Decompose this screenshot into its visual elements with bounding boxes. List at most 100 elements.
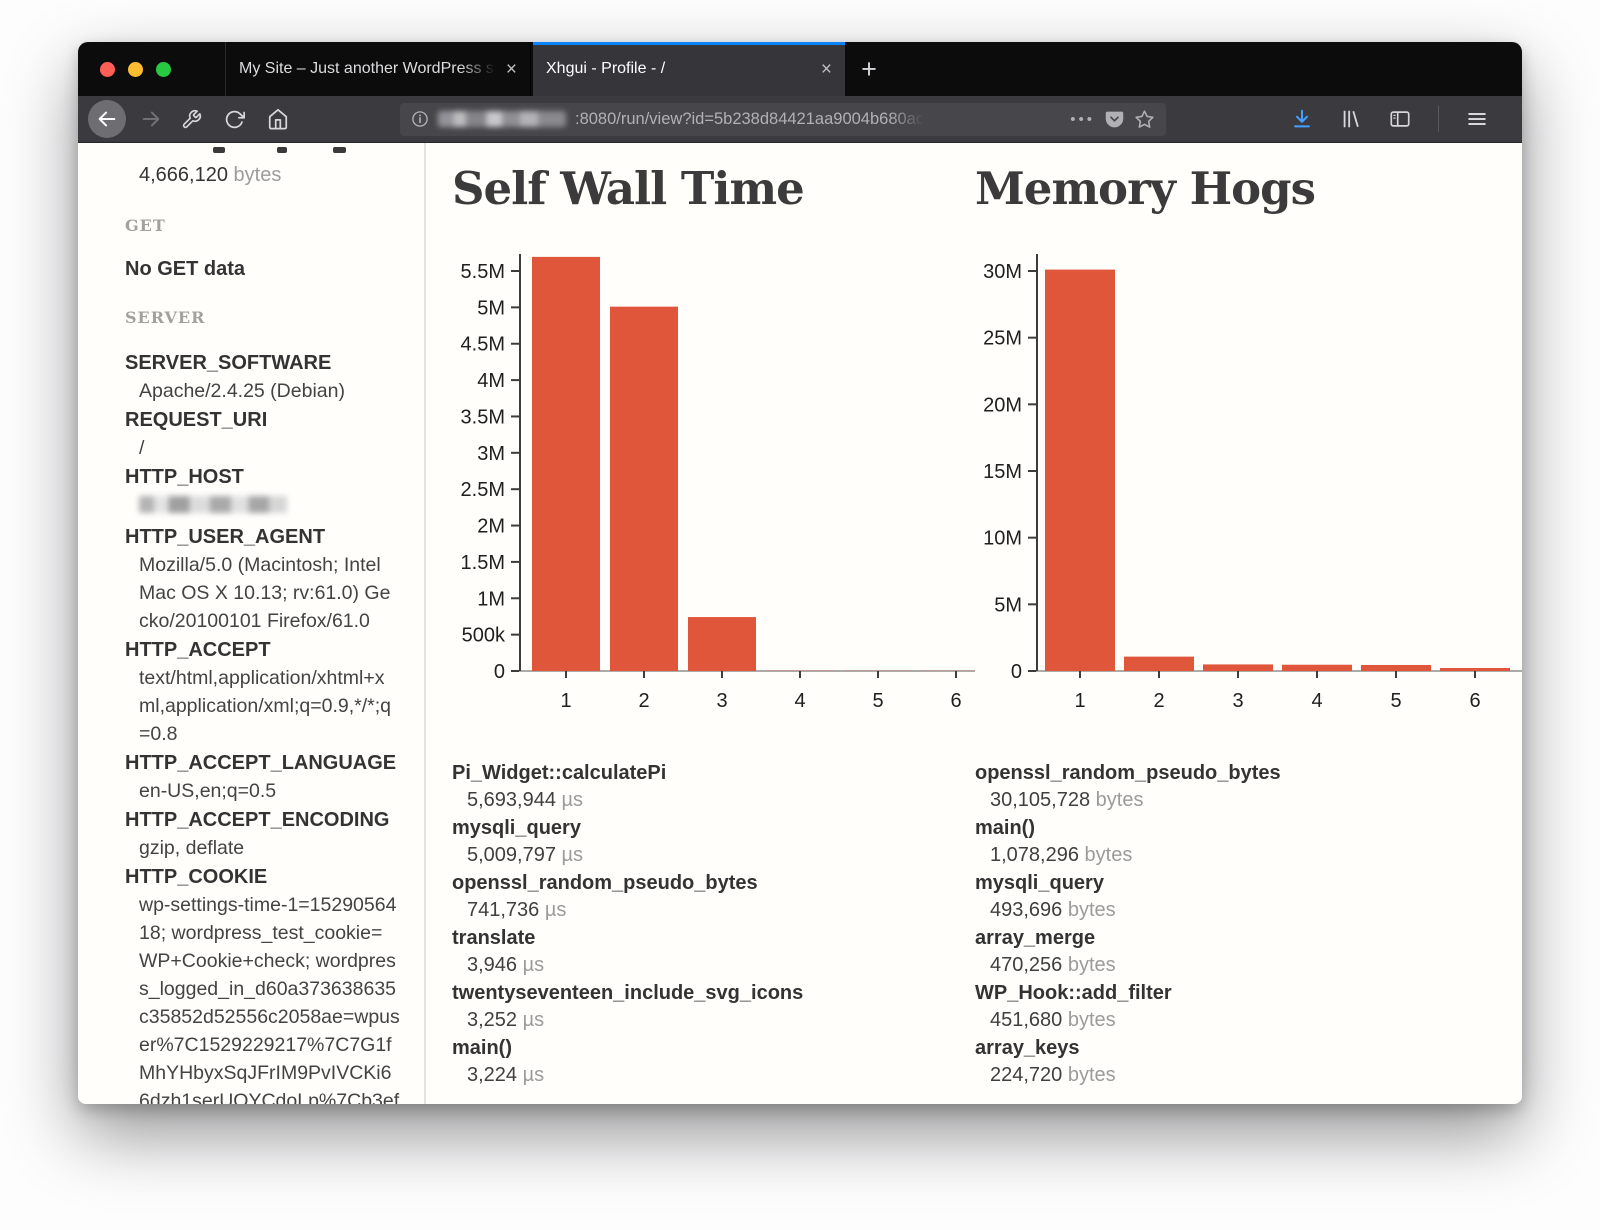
function-name: translate	[452, 924, 975, 952]
forward-button[interactable]	[132, 100, 170, 138]
svg-text:5M: 5M	[994, 594, 1022, 616]
server-entry-label: HTTP_ACCEPT_LANGUAGE	[125, 749, 400, 777]
library-button[interactable]	[1340, 108, 1362, 130]
function-name: main()	[452, 1034, 975, 1062]
page-actions-button[interactable]: •••	[1070, 111, 1095, 128]
tab-xhgui-profile[interactable]: Xhgui - Profile - / ×	[533, 42, 845, 96]
server-entry-value: en-US,en;q=0.5	[139, 777, 400, 805]
tab-close-icon[interactable]: ×	[821, 60, 832, 79]
url-bar[interactable]: :8080/run/view?id=5b238d84421aa9004b680a…	[400, 103, 1166, 136]
redacted-value	[139, 496, 287, 513]
svg-text:2.5M: 2.5M	[461, 479, 505, 501]
zoom-window-button[interactable]	[156, 62, 171, 77]
function-name: openssl_random_pseudo_bytes	[975, 759, 1522, 787]
redacted-host-text	[438, 111, 566, 127]
function-value: 451,680 bytes	[990, 1007, 1522, 1034]
home-icon	[267, 108, 289, 130]
svg-text:25M: 25M	[983, 327, 1022, 349]
function-value: 5,009,797 µs	[467, 842, 975, 869]
svg-text:1M: 1M	[477, 588, 505, 610]
menu-hamburger-button[interactable]	[1466, 108, 1488, 130]
server-entry-label: HTTP_COOKIE	[125, 863, 400, 891]
server-entry-label: SERVER_SOFTWARE	[125, 349, 400, 377]
function-value: 30,105,728 bytes	[990, 787, 1522, 814]
svg-text:1.5M: 1.5M	[461, 552, 505, 574]
function-name: mysqli_query	[452, 814, 975, 842]
forward-arrow-icon	[140, 108, 162, 130]
function-name: array_merge	[975, 924, 1522, 952]
bookmark-star-icon[interactable]	[1134, 109, 1155, 130]
panel-title: Self Wall Time	[452, 163, 975, 215]
function-value: 224,720 bytes	[990, 1062, 1522, 1089]
server-entries-list: SERVER_SOFTWAREApache/2.4.25 (Debian)REQ…	[125, 349, 400, 1104]
page-tools-button[interactable]	[181, 109, 202, 130]
server-entry-label: HTTP_HOST	[125, 463, 400, 491]
self-wall-time-chart[interactable]: 0500k1M1.5M2M2.5M3M3.5M4M4.5M5M5.5M12345…	[435, 251, 975, 719]
svg-text:5: 5	[1390, 690, 1401, 712]
server-entry-value: Apache/2.4.25 (Debian)	[139, 377, 400, 405]
get-section-heading: GET	[125, 216, 400, 235]
server-entry-label: REQUEST_URI	[125, 406, 400, 434]
reload-button[interactable]	[224, 109, 245, 130]
svg-text:1: 1	[560, 690, 571, 712]
svg-text:5M: 5M	[477, 297, 505, 319]
home-button[interactable]	[267, 108, 289, 130]
server-entry-value: text/html,application/xhtml+xml,applicat…	[139, 664, 400, 748]
svg-text:4M: 4M	[477, 370, 505, 392]
tab-wordpress-site[interactable]: My Site – Just another WordPress si ×	[225, 42, 531, 96]
svg-text:2: 2	[638, 690, 649, 712]
site-info-icon[interactable]	[411, 110, 429, 128]
pocket-icon[interactable]	[1104, 109, 1125, 130]
window-controls	[78, 42, 225, 96]
tab-close-icon[interactable]: ×	[506, 60, 517, 79]
back-arrow-icon	[96, 108, 118, 130]
svg-text:2M: 2M	[477, 515, 505, 537]
memory-hogs-panel: Memory Hogs 05M10M15M20M25M30M123456 ope…	[975, 143, 1522, 1104]
memory-hogs-chart[interactable]: 05M10M15M20M25M30M123456	[975, 251, 1522, 719]
new-tab-button[interactable]: +	[845, 42, 893, 96]
server-section-heading: SERVER	[125, 308, 400, 327]
svg-text:10M: 10M	[983, 527, 1022, 549]
svg-text:3.5M: 3.5M	[461, 406, 505, 428]
svg-text:3: 3	[1232, 690, 1243, 712]
url-text: :8080/run/view?id=5b238d84421aa9004b680a…	[575, 110, 924, 129]
function-name: array_keys	[975, 1034, 1522, 1062]
server-entry-label: HTTP_USER_AGENT	[125, 523, 400, 551]
function-name: mysqli_query	[975, 869, 1522, 897]
close-window-button[interactable]	[100, 62, 115, 77]
svg-text:30M: 30M	[983, 261, 1022, 283]
sidebar-toggle-button[interactable]	[1389, 108, 1411, 130]
server-entry-value: gzip, deflate	[139, 834, 400, 862]
reload-icon	[224, 109, 245, 130]
server-entry-label: HTTP_ACCEPT	[125, 636, 400, 664]
function-value: 3,224 µs	[467, 1062, 975, 1089]
downloads-button[interactable]	[1291, 108, 1313, 130]
request-details-sidebar: 4,666,120 bytes GET No GET data SERVER S…	[78, 143, 426, 1104]
svg-text:0: 0	[1011, 661, 1022, 683]
server-entry-label: HTTP_ACCEPT_ENCODING	[125, 806, 400, 834]
function-value: 741,736 µs	[467, 897, 975, 924]
minimize-window-button[interactable]	[128, 62, 143, 77]
toolbar-right-icons	[1291, 106, 1488, 132]
function-name: openssl_random_pseudo_bytes	[452, 869, 975, 897]
svg-text:3: 3	[716, 690, 727, 712]
toolbar-separator	[1438, 106, 1439, 132]
svg-text:0: 0	[494, 661, 505, 683]
svg-text:1: 1	[1074, 690, 1085, 712]
svg-text:20M: 20M	[983, 394, 1022, 416]
function-value: 493,696 bytes	[990, 897, 1522, 924]
svg-text:6: 6	[1469, 690, 1480, 712]
svg-text:15M: 15M	[983, 461, 1022, 483]
svg-text:5.5M: 5.5M	[461, 261, 505, 283]
function-name: WP_Hook::add_filter	[975, 979, 1522, 1007]
function-value: 470,256 bytes	[990, 952, 1522, 979]
svg-text:4: 4	[794, 690, 805, 712]
back-button[interactable]	[88, 100, 126, 138]
tab-title: My Site – Just another WordPress si	[239, 60, 496, 78]
navigation-toolbar: :8080/run/view?id=5b238d84421aa9004b680a…	[78, 96, 1522, 143]
tab-bar: My Site – Just another WordPress si × Xh…	[78, 42, 1522, 96]
function-value: 5,693,944 µs	[467, 787, 975, 814]
function-name: Pi_Widget::calculatePi	[452, 759, 975, 787]
server-entry-value: /	[139, 434, 400, 462]
svg-text:500k: 500k	[462, 624, 506, 646]
